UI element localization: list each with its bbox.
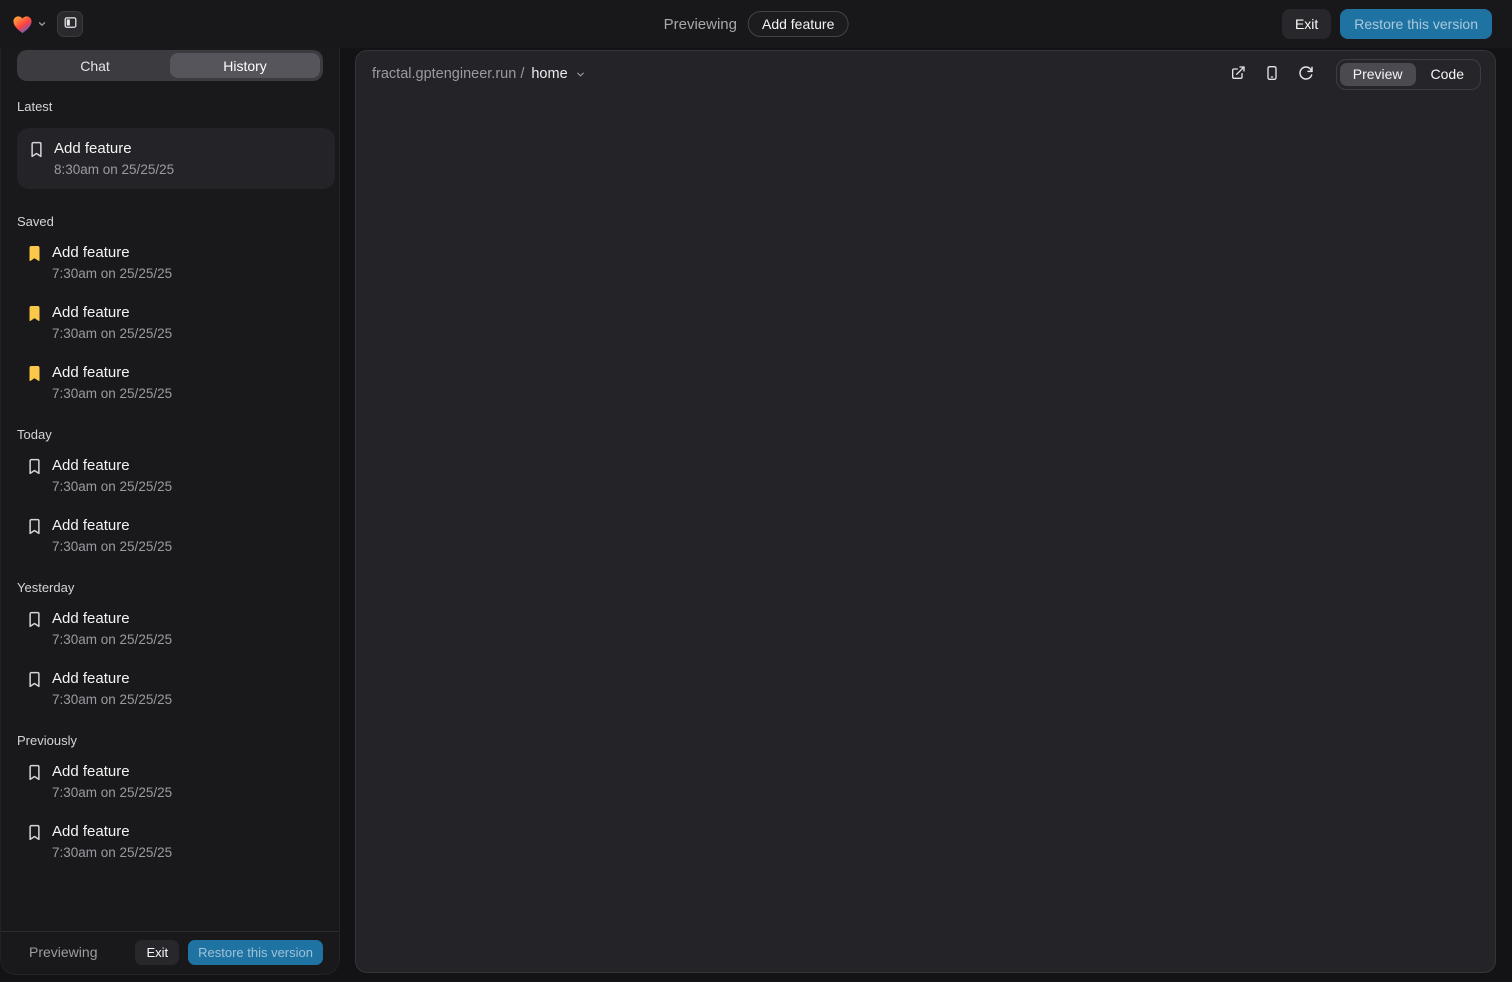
footer-previewing-label: Previewing	[29, 944, 97, 960]
chevron-down-icon	[37, 19, 47, 29]
bookmark-outline-icon	[29, 141, 44, 158]
toggle-sidebar-button[interactable]	[57, 11, 83, 37]
history-item-title: Add feature	[52, 762, 172, 781]
history-item[interactable]: Add feature 8:30am on 25/25/25	[17, 128, 335, 189]
history-item[interactable]: Add feature 7:30am on 25/25/25	[17, 669, 335, 708]
tab-history[interactable]: History	[170, 53, 320, 78]
external-link-icon	[1230, 65, 1246, 84]
history-item-title: Add feature	[52, 669, 172, 688]
history-item[interactable]: Add feature 7:30am on 25/25/25	[17, 609, 335, 648]
bookmark-outline-icon	[27, 611, 42, 628]
bookmark-outline-icon	[27, 458, 42, 475]
history-item-timestamp: 7:30am on 25/25/25	[52, 385, 172, 402]
tab-chat[interactable]: Chat	[20, 53, 170, 78]
view-toggle-preview[interactable]: Preview	[1340, 63, 1416, 86]
mobile-view-button[interactable]	[1258, 60, 1286, 88]
section-label: Latest	[17, 99, 335, 114]
bookmark-outline-icon	[27, 671, 42, 688]
history-list[interactable]: Latest Add feature 8:30am on 25/25/25 Sa…	[1, 81, 339, 931]
bookmark-filled-icon	[27, 365, 42, 382]
preview-panel-header: fractal.gptengineer.run / home	[356, 51, 1495, 97]
lovable-heart-logo-icon	[12, 15, 33, 34]
history-item-title: Add feature	[52, 516, 172, 535]
sidebar-tabs: ChatHistory	[17, 50, 323, 81]
history-item-timestamp: 7:30am on 25/25/25	[52, 538, 172, 555]
topbar: Previewing Add feature Exit Restore this…	[0, 0, 1512, 48]
previewing-label: Previewing	[664, 16, 737, 33]
url-domain: fractal.gptengineer.run /	[372, 66, 524, 82]
bookmark-outline-icon	[27, 764, 42, 781]
exit-button[interactable]: Exit	[1282, 9, 1331, 39]
history-item-timestamp: 7:30am on 25/25/25	[52, 784, 172, 801]
history-item-timestamp: 7:30am on 25/25/25	[52, 265, 172, 282]
history-item-title: Add feature	[54, 139, 174, 158]
history-item[interactable]: Add feature 7:30am on 25/25/25	[17, 303, 335, 342]
footer-exit-button[interactable]: Exit	[135, 940, 179, 965]
sidebar-panel-icon	[63, 15, 78, 33]
history-item[interactable]: Add feature 7:30am on 25/25/25	[17, 243, 335, 282]
refresh-button[interactable]	[1292, 60, 1320, 88]
history-item[interactable]: Add feature 7:30am on 25/25/25	[17, 456, 335, 495]
smartphone-icon	[1264, 65, 1280, 84]
history-item-timestamp: 7:30am on 25/25/25	[52, 631, 172, 648]
section-label: Saved	[17, 214, 335, 229]
history-item-title: Add feature	[52, 243, 172, 262]
url-route: home	[531, 66, 567, 82]
bookmark-outline-icon	[27, 824, 42, 841]
history-item[interactable]: Add feature 7:30am on 25/25/25	[17, 762, 335, 801]
history-item[interactable]: Add feature 7:30am on 25/25/25	[17, 822, 335, 861]
history-item-title: Add feature	[52, 303, 172, 322]
history-item-title: Add feature	[52, 822, 172, 841]
history-item-timestamp: 7:30am on 25/25/25	[52, 844, 172, 861]
open-in-new-tab-button[interactable]	[1224, 60, 1252, 88]
history-sidebar: ChatHistory Latest Add feature 8:30am on…	[0, 48, 340, 975]
section-label: Yesterday	[17, 580, 335, 595]
view-toggle: PreviewCode	[1336, 59, 1481, 90]
history-item-timestamp: 7:30am on 25/25/25	[52, 325, 172, 342]
history-item[interactable]: Add feature 7:30am on 25/25/25	[17, 516, 335, 555]
history-item-title: Add feature	[52, 456, 172, 475]
version-badge[interactable]: Add feature	[748, 11, 848, 37]
preview-panel: fractal.gptengineer.run / home	[355, 50, 1496, 973]
url-selector[interactable]: fractal.gptengineer.run / home	[372, 66, 586, 82]
view-toggle-code[interactable]: Code	[1418, 63, 1477, 86]
restore-version-button[interactable]: Restore this version	[1340, 9, 1492, 39]
history-item-title: Add feature	[52, 609, 172, 628]
bookmark-outline-icon	[27, 518, 42, 535]
refresh-icon	[1298, 65, 1314, 84]
history-item-timestamp: 8:30am on 25/25/25	[54, 161, 174, 178]
sidebar-footer: Previewing Exit Restore this version	[1, 931, 339, 974]
footer-restore-version-button[interactable]: Restore this version	[188, 940, 323, 965]
history-item-title: Add feature	[52, 363, 172, 382]
history-item-timestamp: 7:30am on 25/25/25	[52, 691, 172, 708]
section-label: Today	[17, 427, 335, 442]
section-label: Previously	[17, 733, 335, 748]
workspace-menu[interactable]	[12, 15, 47, 34]
chevron-down-icon	[575, 69, 586, 80]
bookmark-filled-icon	[27, 305, 42, 322]
history-item-timestamp: 7:30am on 25/25/25	[52, 478, 172, 495]
history-item[interactable]: Add feature 7:30am on 25/25/25	[17, 363, 335, 402]
bookmark-filled-icon	[27, 245, 42, 262]
